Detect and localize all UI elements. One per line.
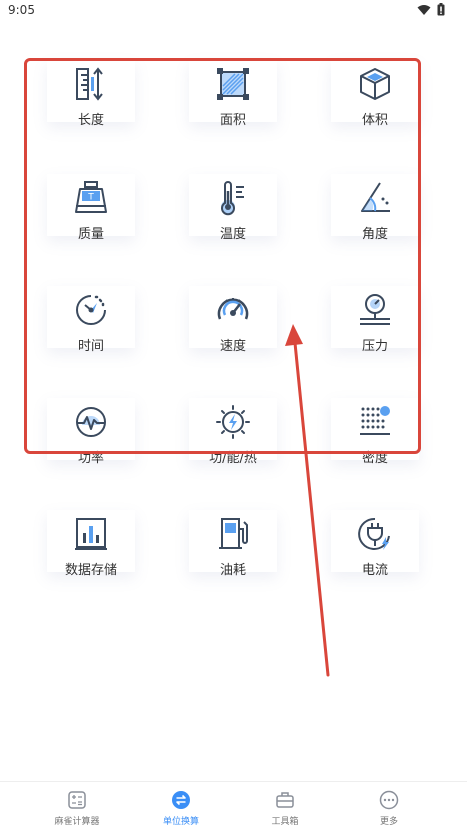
unit-label: 功/能/热: [209, 451, 257, 466]
unit-label: 速度: [219, 339, 246, 354]
status-bar: 9:05: [0, 0, 467, 24]
pressure-icon: [360, 294, 390, 325]
energy-icon: [216, 405, 250, 439]
unit-tile-length[interactable]: 长度: [47, 60, 135, 130]
status-time: 9:05: [8, 3, 35, 17]
unit-tile-time[interactable]: 时间: [47, 286, 135, 356]
unit-label: 长度: [77, 113, 104, 128]
unit-label: 电流: [361, 563, 388, 578]
unit-tile-speed[interactable]: 速度: [189, 286, 277, 356]
unit-label: 压力: [361, 339, 388, 354]
unit-tile-power[interactable]: 功率: [47, 398, 135, 468]
unit-tile-angle[interactable]: 角度: [331, 174, 419, 244]
unit-label: 时间: [77, 339, 104, 354]
svg-text:T: T: [87, 193, 94, 203]
tab-toolbox[interactable]: 工具箱: [240, 790, 330, 827]
tab-calculator[interactable]: 麻雀计算器: [32, 790, 122, 827]
unit-label: 角度: [361, 227, 388, 242]
battery-icon: [437, 3, 445, 16]
bottom-tab-bar: 麻雀计算器 单位换算 工具箱 更多: [0, 781, 467, 831]
density-icon: [360, 406, 390, 435]
speed-icon: [217, 298, 249, 320]
unit-label: 数据存储: [64, 563, 117, 578]
unit-label: 质量: [77, 227, 104, 242]
unit-label: 面积: [219, 113, 246, 128]
unit-tile-pressure[interactable]: 压力: [331, 286, 419, 356]
unit-tile-mass[interactable]: T 质量: [47, 174, 135, 244]
unit-convert-icon: [172, 791, 190, 809]
unit-label: 温度: [219, 227, 246, 242]
power-icon: [76, 407, 106, 437]
unit-label: 功率: [77, 451, 104, 466]
mass-icon: T: [75, 181, 107, 213]
unit-tile-temperature[interactable]: 温度: [189, 174, 277, 244]
tab-label: 更多: [379, 817, 398, 827]
angle-icon: [361, 182, 390, 212]
temperature-icon: [221, 181, 244, 216]
tab-label: 麻雀计算器: [54, 817, 100, 827]
current-icon: [358, 517, 390, 550]
volume-icon: [360, 68, 390, 100]
unit-tile-volume[interactable]: 体积: [331, 60, 419, 130]
unit-label: 体积: [361, 113, 388, 128]
tab-label: 单位换算: [162, 817, 199, 827]
time-icon: [76, 295, 106, 325]
unit-tile-energy[interactable]: 功/能/热: [189, 398, 277, 468]
tab-label: 工具箱: [271, 817, 299, 827]
more-icon: [379, 790, 399, 810]
data-storage-icon: [75, 518, 107, 550]
unit-tile-density[interactable]: 密度: [331, 398, 419, 468]
unit-tile-data-storage[interactable]: 数据存储: [47, 510, 135, 580]
unit-tile-area[interactable]: 面积: [189, 60, 277, 130]
wifi-icon: [417, 4, 431, 15]
tab-more[interactable]: 更多: [344, 790, 434, 827]
unit-tile-fuel[interactable]: 油耗: [189, 510, 277, 580]
length-icon: [76, 67, 103, 101]
toolbox-icon: [276, 792, 294, 808]
tab-unit-convert[interactable]: 单位换算: [136, 790, 226, 827]
calculator-icon: [68, 791, 86, 809]
area-icon: [217, 68, 249, 100]
unit-label: 密度: [361, 451, 388, 466]
fuel-icon: [219, 518, 248, 549]
unit-tile-current[interactable]: 电流: [331, 510, 419, 580]
unit-label: 油耗: [219, 563, 246, 578]
